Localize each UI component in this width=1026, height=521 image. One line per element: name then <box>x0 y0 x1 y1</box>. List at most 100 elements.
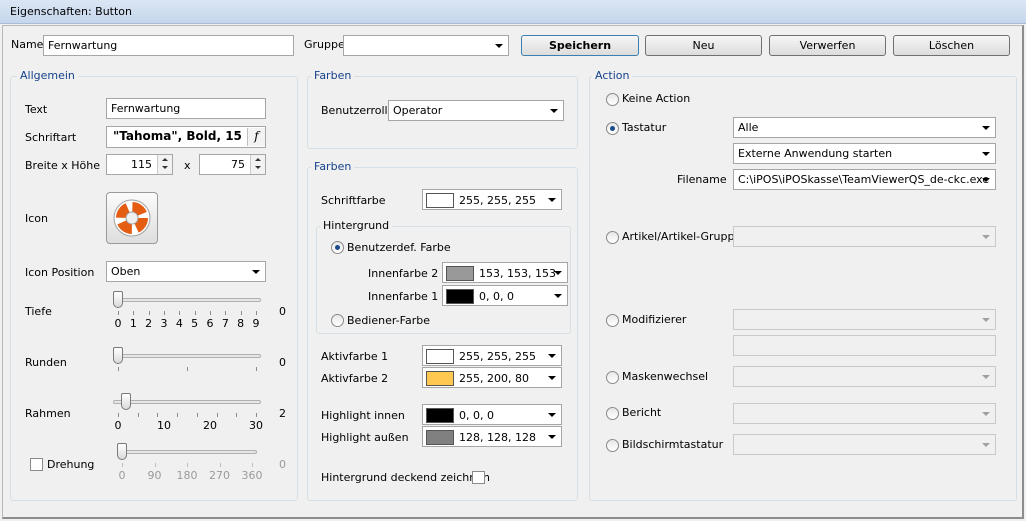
hl-innen-label: Highlight innen <box>321 409 405 422</box>
filename-select[interactable]: C:\iPOS\iPOSkasse\TeamViewerQS_de-ckc.ex… <box>733 169 996 190</box>
slider-tick <box>240 311 242 315</box>
width-stepper[interactable]: 115 <box>106 154 173 175</box>
slider-tick-label: 20 <box>203 419 217 432</box>
allgemein-title: Allgemein <box>17 69 78 83</box>
iconpos-select[interactable]: Oben <box>106 261 266 282</box>
iconpos-value: Oben <box>111 265 141 278</box>
title-bar: Eigenschaften: Button <box>0 0 1026 24</box>
runden-slider[interactable] <box>107 346 267 376</box>
chevron-down-icon <box>548 435 556 439</box>
text-input[interactable]: Fernwartung <box>106 98 266 119</box>
artikel-select[interactable] <box>733 226 996 247</box>
bildschirmtastatur-radio[interactable] <box>606 439 619 452</box>
color-swatch <box>426 408 454 423</box>
slider-tick <box>137 413 139 417</box>
chevron-down-icon <box>982 443 990 447</box>
chevron-down-icon <box>982 412 990 416</box>
rahmen-slider[interactable]: 0 10 20 30 <box>107 392 267 432</box>
text-label: Text <box>25 103 48 116</box>
bericht-radio[interactable] <box>606 407 619 420</box>
maskenwechsel-radio[interactable] <box>606 371 619 384</box>
rahmen-value: 2 <box>279 407 286 420</box>
chevron-down-icon <box>495 44 503 48</box>
innen2-select[interactable]: 153, 153, 153 <box>442 262 568 283</box>
slider-tick <box>154 463 156 467</box>
slider-tick <box>122 463 123 467</box>
modifizierer-label: Modifizierer <box>622 313 687 326</box>
slider-tick-label: 0 <box>114 419 122 432</box>
deckend-checkbox[interactable] <box>472 471 485 484</box>
tiefe-slider[interactable]: 0123456789 <box>107 290 267 330</box>
width-value: 115 <box>131 158 152 171</box>
drehung-slider[interactable]: 0 90 180 270 360 <box>111 442 263 484</box>
breite-hoehe-label: Breite x Höhe <box>25 159 100 172</box>
bericht-label: Bericht <box>622 406 662 419</box>
benutzerdef-radio[interactable] <box>331 241 344 254</box>
drehung-checkbox[interactable] <box>30 458 43 471</box>
slider-tick <box>164 311 165 315</box>
discard-button[interactable]: Verwerfen <box>769 35 886 56</box>
innen1-select[interactable]: 0, 0, 0 <box>442 285 568 306</box>
hl-aussen-select[interactable]: 128, 128, 128 <box>422 426 562 447</box>
artikel-radio[interactable] <box>606 231 619 244</box>
spin-arrows-icon[interactable] <box>157 155 172 174</box>
font-picker-button[interactable]: f <box>247 128 265 146</box>
modifizierer-select[interactable] <box>733 309 996 330</box>
new-button[interactable]: Neu <box>645 35 762 56</box>
slider-tick <box>236 413 238 417</box>
anwendung-select[interactable]: Externe Anwendung starten <box>733 143 996 164</box>
slider-track[interactable] <box>113 298 261 302</box>
height-stepper[interactable]: 75 <box>199 154 266 175</box>
tiefe-value: 0 <box>279 305 286 318</box>
height-value: 75 <box>231 158 245 171</box>
bildschirmtastatur-select[interactable] <box>733 434 996 455</box>
slider-tick <box>118 311 119 315</box>
gruppe-select[interactable] <box>343 35 509 56</box>
chevron-down-icon <box>548 198 556 202</box>
window-title: Eigenschaften: Button <box>10 5 132 18</box>
slider-track[interactable] <box>113 354 261 358</box>
chevron-down-icon <box>982 375 990 379</box>
bediener-radio[interactable] <box>331 314 344 327</box>
slider-track[interactable] <box>117 450 257 454</box>
slider-tick <box>216 413 218 417</box>
aktiv1-select[interactable]: 255, 255, 255 <box>422 345 562 366</box>
aktiv2-select[interactable]: 255, 200, 80 <box>422 367 562 388</box>
filename-label: Filename <box>677 173 727 186</box>
tastatur-radio[interactable] <box>606 122 619 135</box>
schriftfarbe-value: 255, 255, 255 <box>459 194 536 207</box>
save-button[interactable]: Speichern <box>521 35 639 56</box>
name-label: Name <box>11 38 44 51</box>
chevron-down-icon <box>982 235 990 239</box>
hl-innen-select[interactable]: 0, 0, 0 <box>422 404 562 425</box>
slider-thumb[interactable] <box>113 347 123 364</box>
spin-arrows-icon[interactable] <box>250 155 265 174</box>
slider-tick-label: 0 <box>118 469 126 482</box>
slider-thumb[interactable] <box>113 291 123 308</box>
aktiv2-value: 255, 200, 80 <box>459 372 529 385</box>
slider-track[interactable] <box>113 400 261 404</box>
slider-tick <box>157 413 159 417</box>
tastatur-select[interactable]: Alle <box>733 117 996 138</box>
slider-thumb[interactable] <box>117 443 127 460</box>
keine-action-radio[interactable] <box>606 93 619 106</box>
bericht-select[interactable] <box>733 403 996 424</box>
maskenwechsel-select[interactable] <box>733 366 996 387</box>
hl-innen-value: 0, 0, 0 <box>459 409 494 422</box>
name-input[interactable]: Fernwartung <box>43 35 294 56</box>
benutzerrolle-select[interactable]: Operator <box>388 100 564 121</box>
color-swatch <box>426 349 454 364</box>
schriftfarbe-select[interactable]: 255, 255, 255 <box>422 189 562 210</box>
farben-rolle-title: Farben <box>311 69 355 83</box>
schriftart-field[interactable]: "Tahoma", Bold, 15 <box>106 126 266 148</box>
gruppe-label: Gruppe <box>304 38 345 51</box>
modifizierer-field[interactable] <box>733 335 996 356</box>
schriftfarbe-label: Schriftfarbe <box>321 194 386 207</box>
bildschirmtastatur-label: Bildschirmtastatur <box>622 438 724 451</box>
delete-button[interactable]: Löschen <box>893 35 1010 56</box>
slider-thumb[interactable] <box>120 393 131 410</box>
modifizierer-radio[interactable] <box>606 314 619 327</box>
icon-picker-button[interactable] <box>106 192 158 244</box>
chevron-down-icon <box>982 318 990 322</box>
drehung-label: Drehung <box>47 458 95 471</box>
